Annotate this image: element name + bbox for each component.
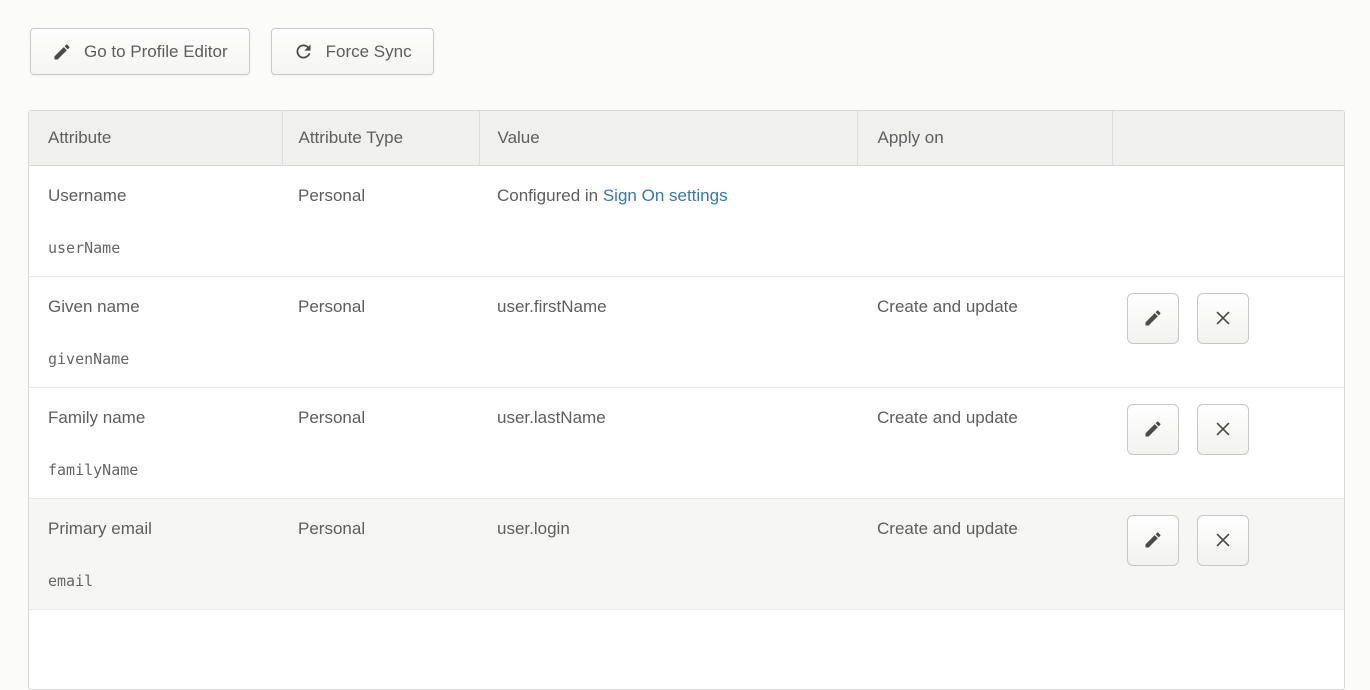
sign-on-settings-link[interactable]: Sign On settings xyxy=(603,186,728,205)
pencil-icon xyxy=(52,42,72,62)
actions-cell xyxy=(1112,165,1344,276)
apply-on-cell: Create and update xyxy=(857,387,1112,498)
actions-cell xyxy=(1112,498,1344,609)
apply-on-cell xyxy=(857,165,1112,276)
actions-cell xyxy=(1112,276,1344,387)
go-to-profile-editor-button[interactable]: Go to Profile Editor xyxy=(30,28,250,75)
column-header-value: Value xyxy=(479,111,857,165)
attribute-cell: Primary email email xyxy=(29,498,282,609)
column-header-actions xyxy=(1112,111,1344,165)
attribute-cell: Username userName xyxy=(29,165,282,276)
edit-attribute-button[interactable] xyxy=(1127,515,1179,566)
attribute-display-name: Primary email xyxy=(48,519,272,539)
value-cell: Configured in Sign On settings xyxy=(479,165,857,276)
close-icon xyxy=(1212,529,1234,551)
attribute-mappings-table: Attribute Attribute Type Value Apply on … xyxy=(28,110,1345,690)
value-prefix-text: Configured in xyxy=(497,186,603,205)
attribute-type-cell: Personal xyxy=(282,387,479,498)
pencil-icon xyxy=(1143,308,1163,328)
apply-on-cell: Create and update xyxy=(857,498,1112,609)
column-header-apply-on: Apply on xyxy=(857,111,1112,165)
force-sync-label: Force Sync xyxy=(326,42,412,62)
delete-attribute-button[interactable] xyxy=(1197,404,1249,455)
table-row: Given name givenName Personaluser.firstNam… xyxy=(29,276,1344,387)
attribute-variable-name: userName xyxy=(48,239,272,257)
attribute-type-cell: Personal xyxy=(282,498,479,609)
column-header-attribute-type: Attribute Type xyxy=(282,111,479,165)
delete-attribute-button[interactable] xyxy=(1197,293,1249,344)
attribute-type-cell: Personal xyxy=(282,276,479,387)
attribute-variable-name: familyName xyxy=(48,461,272,479)
table-row: Primary email email Personaluser.loginCrea… xyxy=(29,498,1344,609)
table-row: Family name familyName Personaluser.lastNa… xyxy=(29,387,1344,498)
toolbar: Go to Profile Editor Force Sync xyxy=(0,0,1370,75)
attribute-display-name: Given name xyxy=(48,297,272,317)
edit-attribute-button[interactable] xyxy=(1127,293,1179,344)
attribute-display-name: Username xyxy=(48,186,272,206)
go-to-profile-editor-label: Go to Profile Editor xyxy=(84,42,228,62)
pencil-icon xyxy=(52,42,72,62)
value-cell: user.lastName xyxy=(479,387,857,498)
pencil-icon xyxy=(1143,530,1163,550)
attribute-cell: Given name givenName xyxy=(29,276,282,387)
edit-attribute-button[interactable] xyxy=(1127,404,1179,455)
attribute-cell: Family name familyName xyxy=(29,387,282,498)
column-header-attribute: Attribute xyxy=(29,111,282,165)
table-row: UsernameuserNamePersonalConfigured in Si… xyxy=(29,165,1344,276)
refresh-icon xyxy=(293,41,314,62)
actions-cell xyxy=(1112,387,1344,498)
attribute-type-cell: Personal xyxy=(282,165,479,276)
attribute-variable-name: givenName xyxy=(48,350,272,368)
close-icon xyxy=(1212,418,1234,440)
refresh-icon xyxy=(293,41,314,62)
close-icon xyxy=(1212,307,1234,329)
attribute-table-body: UsernameuserNamePersonalConfigured in Si… xyxy=(29,165,1344,609)
attribute-display-name: Family name xyxy=(48,408,272,428)
force-sync-button[interactable]: Force Sync xyxy=(271,28,434,75)
apply-on-cell: Create and update xyxy=(857,276,1112,387)
value-cell: user.firstName xyxy=(479,276,857,387)
pencil-icon xyxy=(1143,419,1163,439)
attribute-variable-name: email xyxy=(48,572,272,590)
value-cell: user.login xyxy=(479,498,857,609)
delete-attribute-button[interactable] xyxy=(1197,515,1249,566)
table-header: Attribute Attribute Type Value Apply on xyxy=(29,111,1344,165)
